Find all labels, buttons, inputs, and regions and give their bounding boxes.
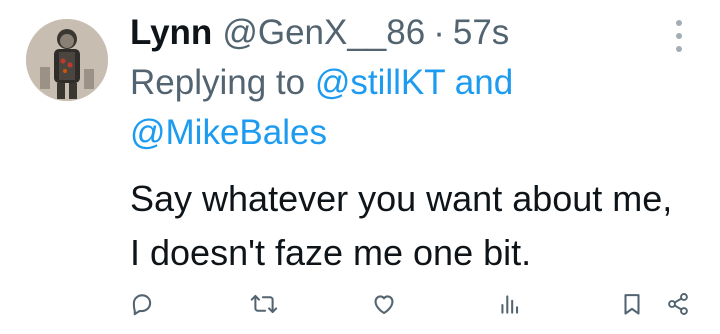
tweet-header: Lynn @GenX__86 · 57s bbox=[130, 10, 509, 56]
mention-link[interactable]: @stillKT bbox=[315, 63, 445, 102]
reply-icon bbox=[132, 294, 152, 316]
retweet-icon bbox=[250, 294, 278, 314]
share-icon bbox=[668, 293, 688, 315]
reply-button[interactable] bbox=[124, 286, 160, 322]
replying-to-line: Replying to @stillKT and @MikeBales bbox=[130, 58, 650, 158]
views-button[interactable] bbox=[492, 286, 528, 322]
tweet-timestamp[interactable]: 57s bbox=[453, 10, 509, 56]
separator-dot: · bbox=[433, 13, 445, 52]
like-button[interactable] bbox=[366, 286, 402, 322]
tweet-text: Say whatever you want about me, I doesn'… bbox=[130, 178, 673, 273]
mention-link[interactable]: @MikeBales bbox=[130, 113, 327, 152]
tweet[interactable]: Lynn @GenX__86 · 57s Replying to @stillK… bbox=[0, 0, 720, 334]
heart-icon bbox=[374, 295, 394, 315]
more-dot-icon bbox=[676, 20, 682, 26]
avatar-image bbox=[26, 19, 108, 101]
avatar[interactable] bbox=[26, 19, 108, 101]
views-icon bbox=[501, 295, 519, 314]
replying-prefix: Replying to bbox=[130, 63, 306, 102]
bookmark-button[interactable] bbox=[614, 286, 650, 322]
retweet-button[interactable] bbox=[246, 286, 282, 322]
more-options-button[interactable] bbox=[668, 20, 690, 52]
replying-conjunction: and bbox=[454, 63, 514, 102]
share-button[interactable] bbox=[660, 286, 696, 322]
author-handle[interactable]: @GenX__86 bbox=[222, 10, 425, 56]
more-dot-icon bbox=[676, 33, 682, 39]
more-dot-icon bbox=[676, 46, 682, 52]
bookmark-icon bbox=[624, 294, 640, 315]
author-name[interactable]: Lynn bbox=[130, 10, 212, 56]
tweet-actions-bar bbox=[0, 286, 720, 322]
